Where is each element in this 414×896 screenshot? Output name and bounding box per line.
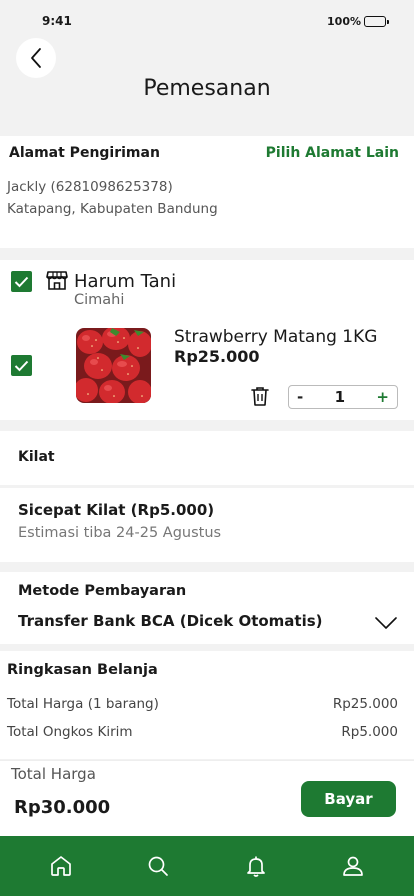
shipping-type-label: Kilat <box>18 449 55 465</box>
delete-button[interactable] <box>249 385 271 411</box>
courier-eta: Estimasi tiba 24-25 Agustus <box>18 525 222 541</box>
total-label: Total Harga <box>11 765 96 783</box>
chevron-down-icon[interactable] <box>374 615 398 634</box>
summary-section: Ringkasan Belanja Total Harga (1 barang)… <box>0 651 414 759</box>
status-battery: 100% <box>327 15 389 28</box>
store-icon <box>46 269 68 295</box>
battery-icon <box>364 16 389 27</box>
home-icon <box>50 856 71 876</box>
summary-row-value: Rp25.000 <box>332 696 398 712</box>
courier-name: Sicepat Kilat (Rp5.000) <box>18 501 215 519</box>
checkout-footer: Total Harga Rp30.000 Bayar <box>0 760 414 836</box>
address-recipient: Jackly (6281098625378) <box>7 179 173 195</box>
search-icon <box>148 856 169 876</box>
store-section: Harum Tani Cimahi Strawberry Matang 1KG … <box>0 260 414 420</box>
product-checkbox[interactable] <box>11 355 32 376</box>
address-section: Alamat Pengiriman Pilih Alamat Lain Jack… <box>0 136 414 248</box>
bell-icon <box>246 856 265 877</box>
page-title: Pemesanan <box>143 76 271 101</box>
nav-home[interactable] <box>41 846 81 886</box>
chevron-left-icon <box>31 48 41 68</box>
change-address-link[interactable]: Pilih Alamat Lain <box>266 145 399 161</box>
store-name: Harum Tani <box>74 271 177 292</box>
status-time: 9:41 <box>42 14 72 28</box>
store-city: Cimahi <box>74 292 125 308</box>
user-icon <box>343 856 364 876</box>
check-icon <box>14 276 29 287</box>
decrement-button[interactable]: - <box>297 388 303 406</box>
payment-section: Metode Pembayaran Transfer Bank BCA (Dic… <box>0 572 414 644</box>
address-title: Alamat Pengiriman <box>9 145 160 161</box>
quantity-value[interactable]: 1 <box>335 388 345 406</box>
shipping-type[interactable]: Kilat <box>0 431 414 485</box>
nav-search[interactable] <box>138 846 178 886</box>
back-button[interactable] <box>16 38 56 78</box>
bottom-nav <box>0 836 414 896</box>
pay-button[interactable]: Bayar <box>301 781 396 817</box>
product-price: Rp25.000 <box>174 347 260 366</box>
total-value: Rp30.000 <box>14 797 111 818</box>
increment-button[interactable]: + <box>376 388 389 406</box>
product-image <box>76 328 151 403</box>
nav-notifications[interactable] <box>236 846 276 886</box>
check-icon <box>14 360 29 371</box>
store-checkbox[interactable] <box>11 271 32 292</box>
payment-method-select[interactable]: Transfer Bank BCA (Dicek Otomatis) <box>18 612 323 630</box>
battery-label: 100% <box>327 15 361 28</box>
summary-row-value: Rp5.000 <box>341 724 398 740</box>
summary-row-label: Total Harga (1 barang) <box>7 696 159 712</box>
nav-profile[interactable] <box>333 846 373 886</box>
summary-title: Ringkasan Belanja <box>7 662 158 678</box>
quantity-stepper: - 1 + <box>288 385 398 409</box>
address-location: Katapang, Kabupaten Bandung <box>7 201 218 217</box>
courier-option[interactable]: Sicepat Kilat (Rp5.000) Estimasi tiba 24… <box>0 488 414 562</box>
trash-icon <box>251 387 269 406</box>
payment-title: Metode Pembayaran <box>18 583 187 599</box>
summary-row-label: Total Ongkos Kirim <box>7 724 133 740</box>
product-name: Strawberry Matang 1KG <box>174 327 378 347</box>
